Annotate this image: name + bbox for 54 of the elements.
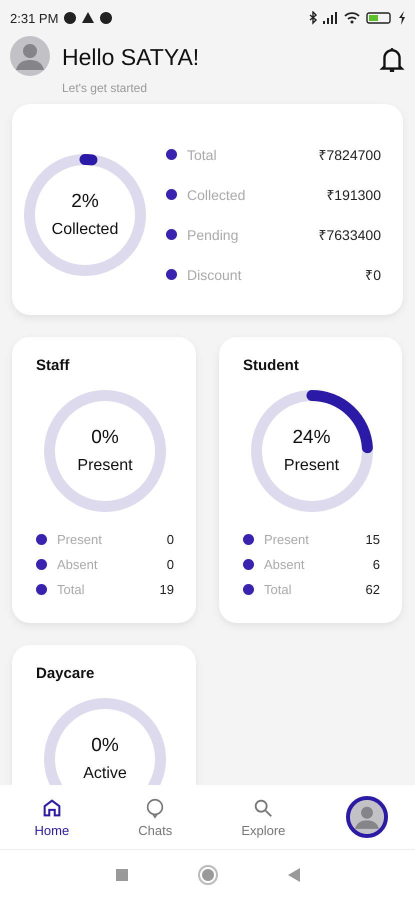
legend-value: 15	[366, 532, 380, 547]
percent-value: 24%	[292, 427, 331, 449]
legend-label: Total	[187, 146, 218, 162]
legend-value: 19	[160, 582, 174, 597]
card-title: Daycare	[36, 665, 96, 682]
status-time: 2:31 PM	[10, 10, 58, 26]
legend-label: Collected	[187, 186, 246, 202]
ring-caption: Collected	[52, 220, 118, 238]
card-title: Staff	[36, 357, 70, 374]
legend-label: Total	[57, 582, 86, 597]
back-icon[interactable]	[286, 867, 300, 883]
legend-label: Present	[57, 532, 103, 547]
user-avatar[interactable]	[10, 36, 50, 76]
ring-caption: Present	[284, 457, 340, 475]
percent-value: 0%	[91, 735, 119, 757]
home-icon	[40, 796, 63, 818]
charging-icon	[398, 11, 405, 25]
wifi-icon	[344, 12, 360, 24]
legend-value: 0	[166, 557, 174, 572]
bluetooth-icon	[309, 11, 317, 25]
profile-button[interactable]	[346, 796, 388, 838]
legend-label: Pending	[187, 226, 240, 242]
legend-label: Total	[264, 582, 292, 597]
legend-label: Absent	[57, 557, 98, 572]
ring-caption: Active	[83, 765, 127, 783]
legend-value: 62	[366, 582, 380, 597]
avatar-icon	[350, 800, 384, 834]
warning-icon	[82, 12, 94, 24]
legend-value: 6	[372, 557, 380, 572]
greeting-subtitle: Let's get started	[62, 81, 148, 95]
notification-bell-icon[interactable]	[379, 46, 405, 74]
avatar-icon	[10, 36, 50, 76]
legend-value: ₹0	[365, 266, 381, 284]
signal-icon	[323, 12, 338, 24]
ring-caption: Present	[77, 457, 133, 475]
percent-value: 2%	[71, 190, 99, 212]
card-title: Student	[243, 357, 300, 374]
nav-tab[interactable]: Chats	[130, 792, 180, 842]
home-circle-icon[interactable]	[198, 865, 218, 885]
legend-label: Absent	[264, 557, 306, 572]
legend-value: 0	[166, 532, 174, 547]
nav-tab[interactable]: Explore	[233, 792, 294, 842]
greeting-title: Hello SATYA!	[62, 44, 200, 71]
legend-label: Discount	[187, 266, 242, 282]
nav-tab[interactable]: Home	[26, 792, 78, 842]
legend-label: Present	[264, 532, 310, 547]
recents-icon[interactable]	[114, 868, 128, 882]
app-notification-icon	[100, 12, 112, 24]
legend-value: ₹7824700	[318, 146, 381, 164]
legend-value: ₹7633400	[318, 226, 381, 244]
battery-icon	[366, 12, 392, 24]
legend-value: ₹191300	[326, 186, 381, 204]
app-notification-icon	[64, 12, 76, 24]
percent-value: 0%	[91, 427, 119, 449]
